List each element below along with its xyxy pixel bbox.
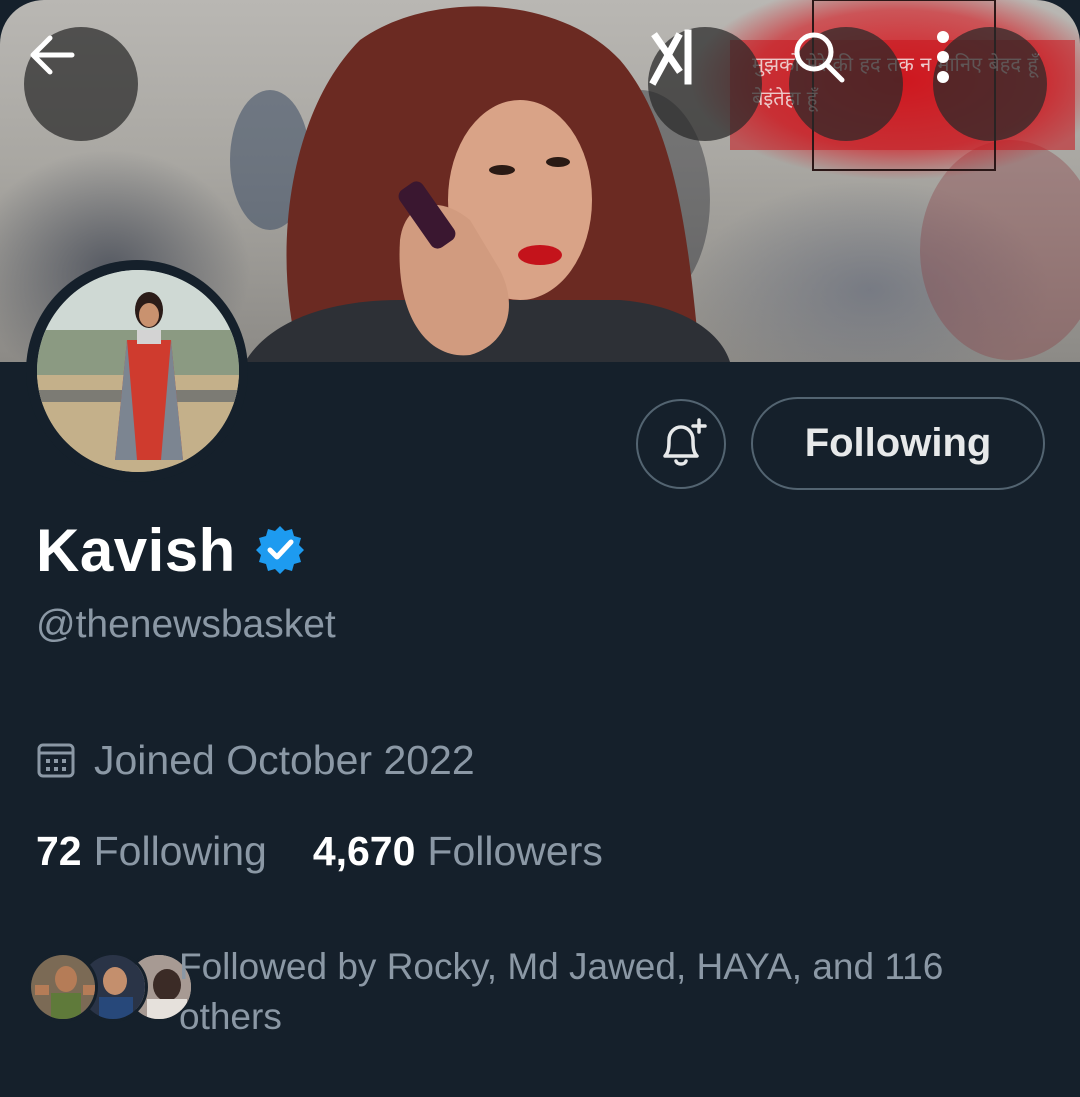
display-name: Kavish xyxy=(36,516,236,584)
more-options-button[interactable] xyxy=(933,27,1047,141)
avatar[interactable] xyxy=(37,270,239,472)
grok-icon xyxy=(649,29,692,86)
followers-label: Followers xyxy=(427,827,603,874)
joined-text: Joined October 2022 xyxy=(94,736,475,783)
search-button[interactable] xyxy=(789,27,903,141)
following-button[interactable]: Following xyxy=(751,397,1045,490)
following-count: 72 xyxy=(36,827,82,874)
verified-badge-icon[interactable] xyxy=(254,524,306,576)
arrow-left-icon xyxy=(30,35,75,75)
more-vertical-icon xyxy=(937,31,949,83)
bell-plus-icon xyxy=(663,418,707,466)
notifications-button[interactable] xyxy=(636,399,726,489)
following-stat[interactable]: 72 Following xyxy=(36,828,267,875)
joined-date: Joined October 2022 xyxy=(36,733,475,787)
followed-by-row[interactable]: Followed by Rocky, Md Jawed, HAYA, and 1… xyxy=(28,938,1028,1048)
following-label: Following xyxy=(93,827,267,874)
profile-page: मुझको मेरे की हद तक न मानिए बेहद हूँ बेइ… xyxy=(0,0,1080,1097)
search-icon xyxy=(794,32,845,83)
followers-stat[interactable]: 4,670 Followers xyxy=(313,828,603,875)
followed-by-text: Followed by Rocky, Md Jawed, HAYA, and 1… xyxy=(179,946,944,1037)
follower-avatar-1 xyxy=(28,952,98,1022)
user-handle: @thenewsbasket xyxy=(36,603,336,646)
calendar-icon xyxy=(37,743,75,778)
follow-stats: 72 Following 4,670 Followers xyxy=(36,823,603,879)
name-row: Kavish xyxy=(36,515,306,585)
followers-count: 4,670 xyxy=(312,827,416,874)
avatar-image xyxy=(37,270,239,472)
grok-button[interactable] xyxy=(648,27,762,141)
back-button[interactable] xyxy=(24,27,138,141)
